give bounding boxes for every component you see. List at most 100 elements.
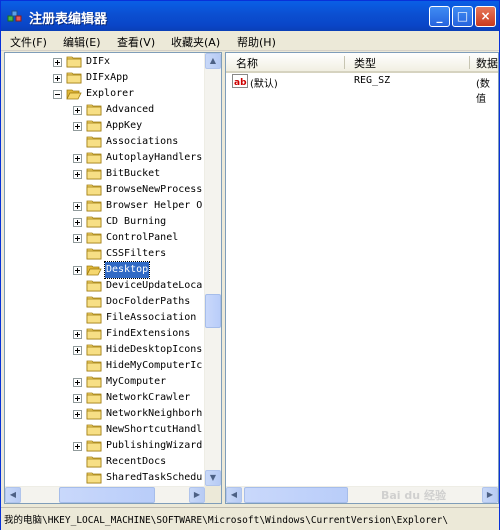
tree-node-label[interactable]: CD Burning [105,214,167,230]
tree-node-label[interactable]: Advanced [105,102,155,118]
tree-node[interactable]: NetworkCrawler [5,390,205,406]
scroll-up-arrow-icon[interactable]: ▲ [205,53,221,69]
tree-node-label[interactable]: DocFolderPaths [105,294,191,310]
tree-node-label[interactable]: AutoplayHandlers [105,150,203,166]
tree-node[interactable]: CSSFilters [5,246,205,262]
menu-view[interactable]: 查看(V) [117,34,155,50]
tree-node[interactable]: NetworkNeighborh [5,406,205,422]
tree-node[interactable]: Browser Helper O [5,198,205,214]
value-row[interactable]: ab (默认) REG_SZ (数值 [226,73,498,105]
close-button[interactable]: × [475,6,496,27]
minimize-button[interactable]: _ [429,6,450,27]
tree-vscroll-thumb[interactable] [205,294,221,328]
collapse-minus-icon[interactable] [53,90,62,99]
expand-plus-icon[interactable] [73,378,82,387]
tree-hscroll-thumb[interactable] [59,487,155,503]
tree-node-label[interactable]: ControlPanel [105,230,179,246]
tree-node-label[interactable]: HideDesktopIcons [105,342,203,358]
expand-plus-icon[interactable] [73,218,82,227]
tree-node[interactable]: SharedTaskSchedu [5,470,205,486]
tree-node[interactable]: HideMyComputerIc [5,358,205,374]
scroll-left-arrow-icon[interactable]: ◀ [5,487,21,503]
column-separator[interactable] [469,56,470,69]
expand-plus-icon[interactable] [73,266,82,275]
tree-node-label[interactable]: MyComputer [105,374,167,390]
menu-file[interactable]: 文件(F) [10,34,47,50]
tree-node[interactable]: MyComputer [5,374,205,390]
tree-node[interactable]: CD Burning [5,214,205,230]
tree-node-label[interactable]: NewShortcutHandl [105,422,203,438]
key-tree-pane[interactable]: DIFx DIFxApp Explorer Advanced AppKey Associa… [4,52,222,504]
expand-plus-icon[interactable] [73,154,82,163]
tree-node-label[interactable]: NetworkNeighborh [105,406,203,422]
menu-favorites[interactable]: 收藏夹(A) [171,34,220,50]
tree-node[interactable]: BitBucket [5,166,205,182]
expand-plus-icon[interactable] [73,410,82,419]
tree-node[interactable]: Desktop [5,261,205,279]
title-bar[interactable]: 注册表编辑器 _ □ × [1,1,499,31]
tree-node-label[interactable]: RecentDocs [105,454,167,470]
tree-node[interactable]: DocFolderPaths [5,294,205,310]
tree-node-label[interactable]: BitBucket [105,166,161,182]
tree-node[interactable]: AppKey [5,118,205,134]
tree-node[interactable]: DIFxApp [5,70,205,86]
tree-node-label[interactable]: FindExtensions [105,326,191,342]
tree-node-label[interactable]: DeviceUpdateLoca [105,278,203,294]
tree-node[interactable]: PublishingWizard [5,438,205,454]
tree-node[interactable]: DeviceUpdateLoca [5,278,205,294]
tree-node-label[interactable]: Desktop [103,261,151,279]
maximize-button[interactable]: □ [452,6,473,27]
expand-plus-icon[interactable] [73,170,82,179]
tree-node-label[interactable]: Explorer [85,86,135,102]
tree-node[interactable]: ControlPanel [5,230,205,246]
menu-edit[interactable]: 编辑(E) [63,34,101,50]
tree-node[interactable]: AutoplayHandlers [5,150,205,166]
values-pane[interactable]: 名称 类型 数据 ab (默认) REG_SZ (数值 ◀ ▶ [225,52,499,504]
tree-node[interactable]: Explorer [5,86,205,102]
column-name-header[interactable]: 名称 [236,55,258,71]
tree-node-label[interactable]: NetworkCrawler [105,390,191,406]
tree-node[interactable]: FindExtensions [5,326,205,342]
folder-icon [86,344,102,356]
scroll-left-arrow-icon[interactable]: ◀ [226,487,242,503]
tree-node-label[interactable]: CSSFilters [105,246,167,262]
tree-node[interactable]: FileAssociation [5,310,205,326]
column-type-header[interactable]: 类型 [354,55,376,71]
key-tree[interactable]: DIFx DIFxApp Explorer Advanced AppKey Associa… [5,53,205,486]
expand-plus-icon[interactable] [73,442,82,451]
expand-plus-icon[interactable] [73,122,82,131]
tree-node-label[interactable]: DIFx [85,54,111,70]
tree-node-label[interactable]: HideMyComputerIc [105,358,203,374]
scroll-down-arrow-icon[interactable]: ▼ [205,470,221,486]
tree-node-label[interactable]: SharedTaskSchedu [105,470,203,486]
tree-node[interactable]: NewShortcutHandl [5,422,205,438]
tree-node-label[interactable]: PublishingWizard [105,438,203,454]
values-hscroll-thumb[interactable] [244,487,348,503]
expand-plus-icon[interactable] [73,202,82,211]
expand-plus-icon[interactable] [73,106,82,115]
expand-plus-icon[interactable] [73,394,82,403]
menu-help[interactable]: 帮助(H) [237,34,276,50]
tree-node-label[interactable]: BrowseNewProcess [105,182,203,198]
tree-node[interactable]: BrowseNewProcess [5,182,205,198]
expand-plus-icon[interactable] [73,234,82,243]
column-data-header[interactable]: 数据 [476,55,498,71]
tree-horizontal-scrollbar[interactable]: ◀ ▶ [5,486,205,503]
tree-vertical-scrollbar[interactable]: ▲ ▼ [204,53,221,486]
column-separator[interactable] [344,56,345,69]
expand-plus-icon[interactable] [53,58,62,67]
tree-node-label[interactable]: DIFxApp [85,70,129,86]
tree-node-label[interactable]: AppKey [105,118,143,134]
expand-plus-icon[interactable] [53,74,62,83]
tree-node-label[interactable]: Browser Helper O [105,198,203,214]
scroll-right-arrow-icon[interactable]: ▶ [189,487,205,503]
tree-node[interactable]: DIFx [5,54,205,70]
tree-node[interactable]: HideDesktopIcons [5,342,205,358]
expand-plus-icon[interactable] [73,330,82,339]
tree-node[interactable]: Associations [5,134,205,150]
tree-node-label[interactable]: Associations [105,134,179,150]
expand-plus-icon[interactable] [73,346,82,355]
tree-node-label[interactable]: FileAssociation [105,310,197,326]
tree-node[interactable]: Advanced [5,102,205,118]
tree-node[interactable]: RecentDocs [5,454,205,470]
